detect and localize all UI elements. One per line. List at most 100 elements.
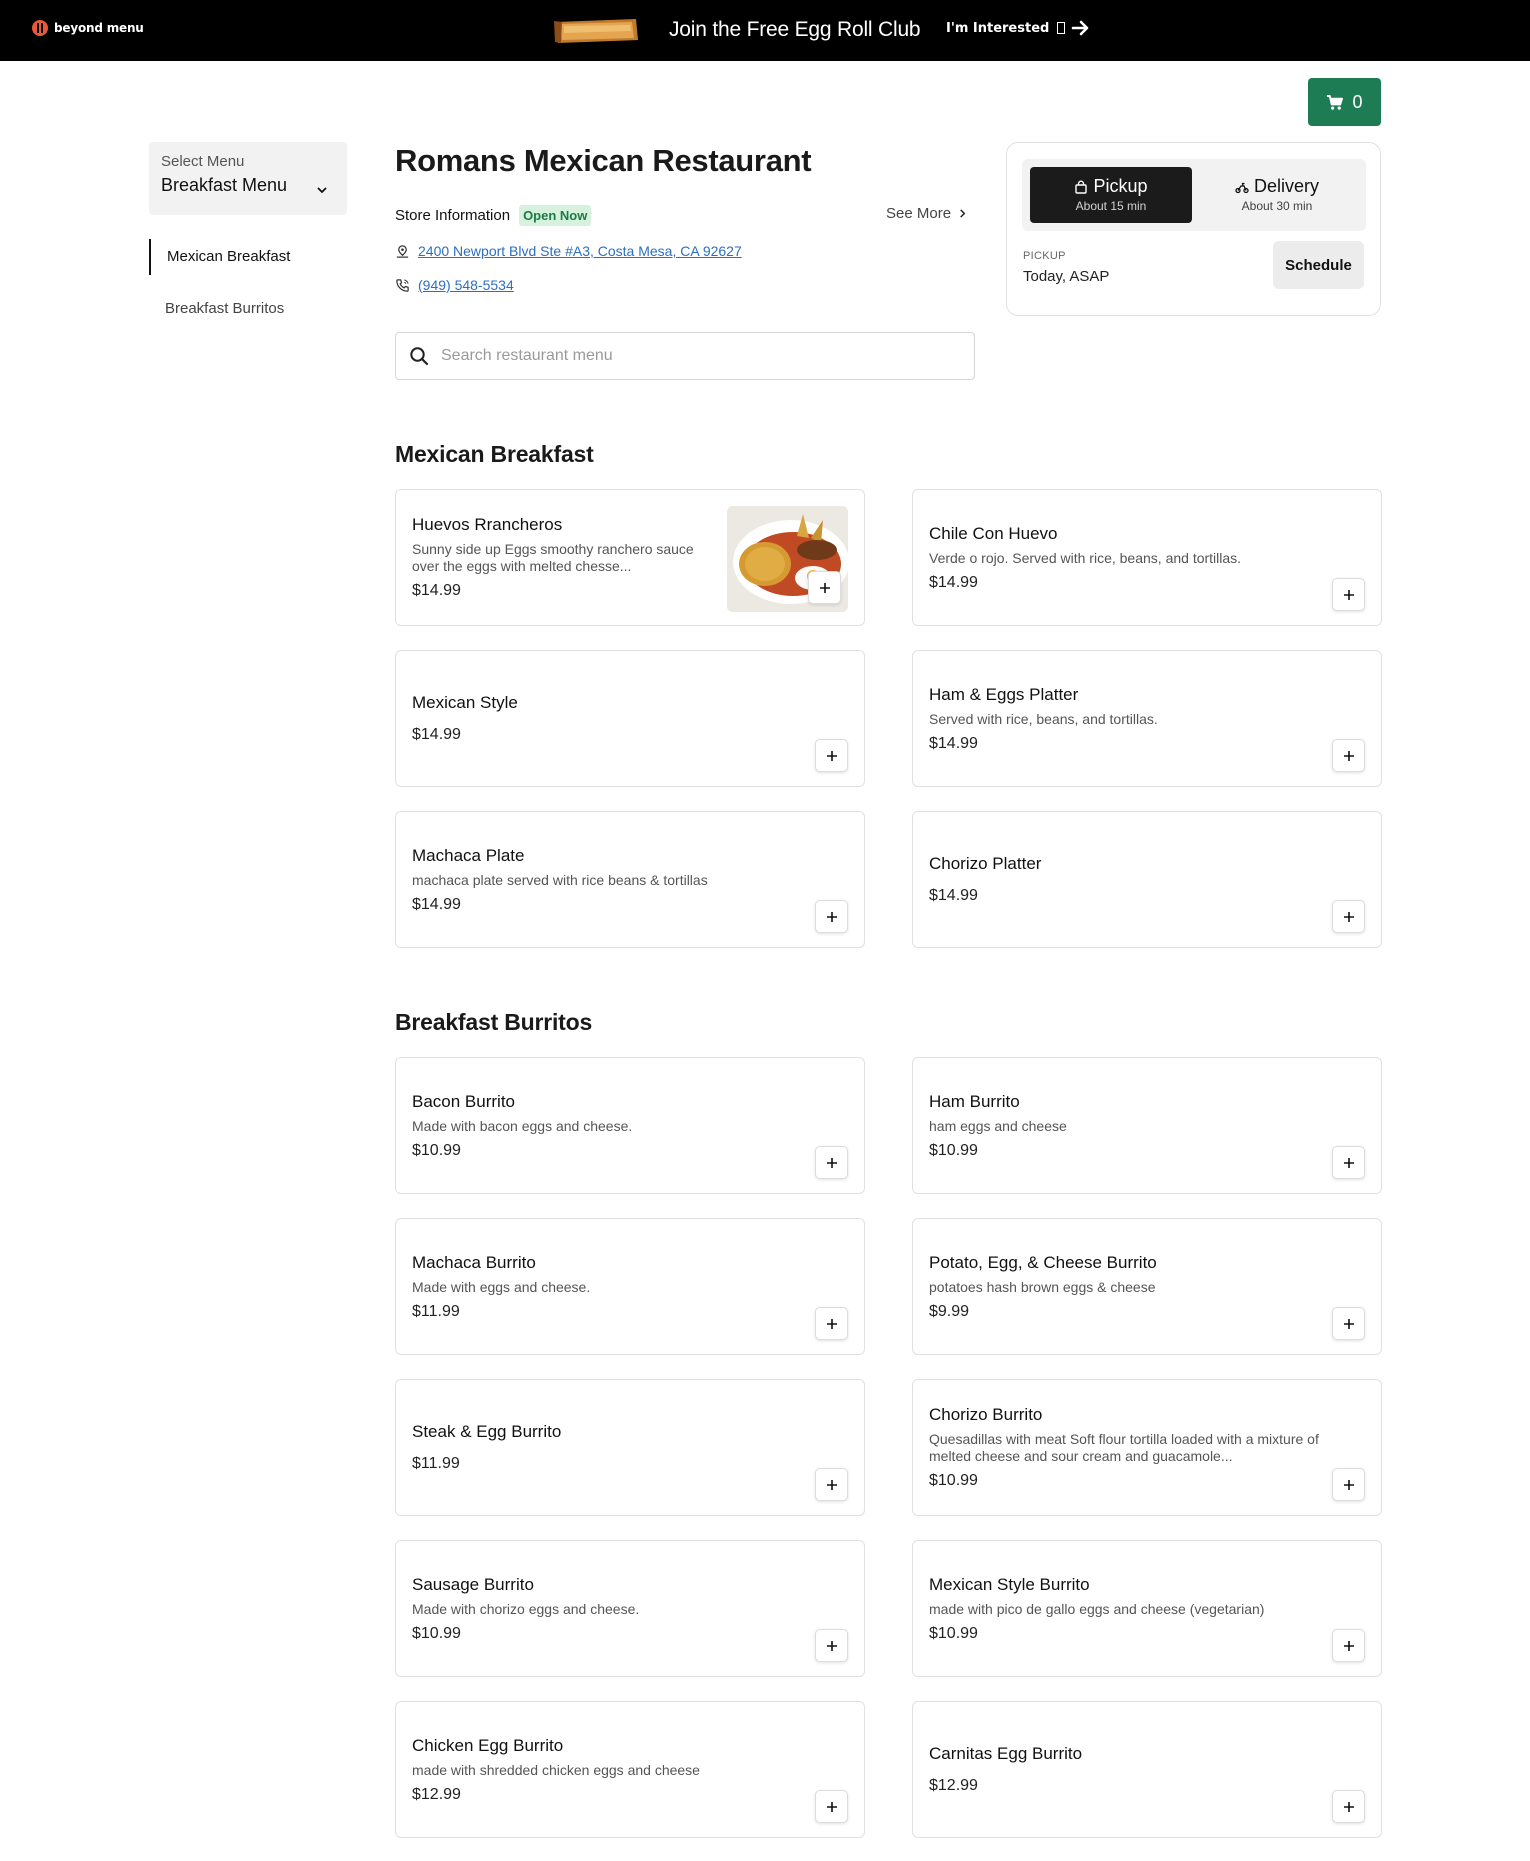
menu-item-card[interactable]: Ham Burrito ham eggs and cheese $10.99 <box>912 1057 1382 1194</box>
menu-item-card[interactable]: Mexican Style Burrito made with pico de … <box>912 1540 1382 1677</box>
add-item-button[interactable] <box>1332 1629 1365 1662</box>
item-name: Mexican Style Burrito <box>929 1574 1090 1594</box>
item-description: ham eggs and cheese <box>929 1117 1067 1134</box>
item-price: $12.99 <box>929 1777 978 1794</box>
see-more-link[interactable]: See More <box>886 205 967 222</box>
menu-select-dropdown[interactable]: Select Menu Breakfast Menu <box>149 142 347 215</box>
item-description: Quesadillas with meat Soft flour tortill… <box>929 1431 1319 1464</box>
item-name: Chicken Egg Burrito <box>412 1735 564 1755</box>
open-status-badge: Open Now <box>519 205 592 226</box>
item-price: $11.99 <box>412 1455 460 1472</box>
scooter-icon <box>1235 182 1249 193</box>
cart-icon <box>1327 94 1344 110</box>
fulfillment-toggle: Pickup About 15 min Delivery About 30 mi… <box>1022 159 1366 231</box>
menu-item-card[interactable]: Steak & Egg Burrito $11.99 <box>395 1379 865 1516</box>
order-panel: Pickup About 15 min Delivery About 30 mi… <box>1006 142 1381 316</box>
add-item-button[interactable] <box>1332 1790 1365 1823</box>
cart-button[interactable]: 0 <box>1308 78 1381 126</box>
logo-icon <box>32 20 48 36</box>
item-description: potatoes hash brown eggs & cheese <box>929 1278 1156 1295</box>
pickup-eta: About 15 min <box>1075 199 1147 213</box>
plus-icon <box>1343 1640 1354 1651</box>
menu-item-card[interactable]: Chorizo Burrito Quesadillas with meat So… <box>912 1379 1382 1516</box>
pickup-caption: PICKUP <box>1023 250 1066 262</box>
item-description: Sunny side up Eggs smoothy ranchero sauc… <box>412 541 694 574</box>
sidebar-item-mexican-breakfast[interactable]: Mexican Breakfast <box>149 239 347 275</box>
item-name: Machaca Burrito <box>412 1252 536 1272</box>
menu-item-card[interactable]: Ham & Eggs Platter Served with rice, bea… <box>912 650 1382 787</box>
category-nav: Mexican Breakfast Breakfast Burritos <box>149 239 347 343</box>
item-name: Bacon Burrito <box>412 1091 515 1111</box>
address-link[interactable]: 2400 Newport Blvd Ste #A3, Costa Mesa, C… <box>418 243 742 259</box>
add-item-button[interactable] <box>815 1146 848 1179</box>
menu-item-card[interactable]: Mexican Style $14.99 <box>395 650 865 787</box>
item-price: $14.99 <box>412 895 461 913</box>
menu-item-card[interactable]: Chorizo Platter $14.99 <box>912 811 1382 948</box>
menu-item-card[interactable]: Chile Con Huevo Verde o rojo. Served wit… <box>912 489 1382 626</box>
plus-icon <box>826 1479 837 1490</box>
shopping-bag-icon <box>1075 179 1088 194</box>
menu-item-card[interactable]: Carnitas Egg Burrito $12.99 <box>912 1701 1382 1838</box>
item-price: $10.99 <box>412 1141 461 1159</box>
item-price: $14.99 <box>929 573 978 591</box>
menu-item-card[interactable]: Machaca Burrito Made with eggs and chees… <box>395 1218 865 1355</box>
add-item-button[interactable] <box>1332 1307 1365 1340</box>
add-item-button[interactable] <box>815 1790 848 1823</box>
item-description: made with shredded chicken eggs and chee… <box>412 1761 700 1778</box>
menu-item-card[interactable]: Bacon Burrito Made with bacon eggs and c… <box>395 1057 865 1194</box>
add-item-button[interactable] <box>1332 578 1365 611</box>
item-name: Machaca Plate <box>412 845 525 865</box>
promo-headline: Join the Free Egg Roll Club <box>669 18 921 41</box>
menu-select-label: Select Menu <box>161 153 245 170</box>
menu-item-card[interactable]: Chicken Egg Burrito made with shredded c… <box>395 1701 865 1838</box>
im-interested-link[interactable]: I'm Interested <box>946 18 1091 38</box>
sidebar-item-breakfast-burritos[interactable]: Breakfast Burritos <box>149 291 347 327</box>
item-name: Sausage Burrito <box>412 1574 534 1594</box>
add-item-button[interactable] <box>1332 900 1365 933</box>
add-item-button[interactable] <box>1332 1146 1365 1179</box>
item-price: $10.99 <box>929 1624 978 1642</box>
phone-row: (949) 548-5534 <box>395 277 514 293</box>
logo-text: beyond menu <box>54 21 144 35</box>
item-name: Chorizo Platter <box>929 854 1042 873</box>
menu-item-card[interactable]: Machaca Plate machaca plate served with … <box>395 811 865 948</box>
item-price: $14.99 <box>929 734 978 752</box>
delivery-label: Delivery <box>1253 176 1319 196</box>
schedule-button[interactable]: Schedule <box>1273 241 1364 289</box>
menu-select-value: Breakfast Menu <box>161 175 288 195</box>
phone-link[interactable]: (949) 548-5534 <box>418 277 514 293</box>
item-price: $14.99 <box>412 726 461 743</box>
add-item-button[interactable] <box>815 739 848 772</box>
menu-search <box>395 332 975 380</box>
plus-icon <box>826 750 837 761</box>
menu-item-card[interactable]: Sausage Burrito Made with chorizo eggs a… <box>395 1540 865 1677</box>
see-more-label: See More <box>886 205 952 222</box>
beyond-menu-logo[interactable]: beyond menu <box>32 20 144 36</box>
delivery-option[interactable]: Delivery About 30 min <box>1196 167 1358 223</box>
address-row: 2400 Newport Blvd Ste #A3, Costa Mesa, C… <box>395 243 742 259</box>
add-item-button[interactable] <box>808 571 841 604</box>
item-name: Chorizo Burrito <box>929 1405 1043 1424</box>
menu-item-card[interactable]: Potato, Egg, & Cheese Burrito potatoes h… <box>912 1218 1382 1355</box>
plus-icon <box>1343 911 1354 922</box>
plus-icon <box>826 1801 837 1812</box>
add-item-button[interactable] <box>1332 1468 1365 1501</box>
item-price: $14.99 <box>929 887 978 904</box>
item-price: $14.99 <box>412 582 461 599</box>
add-item-button[interactable] <box>815 1468 848 1501</box>
menu-item-card[interactable]: Huevos Rrancheros Sunny side up Eggs smo… <box>395 489 865 626</box>
pickup-option[interactable]: Pickup About 15 min <box>1030 167 1192 223</box>
plus-icon <box>819 582 830 593</box>
phone-icon <box>396 278 409 292</box>
add-item-button[interactable] <box>815 1307 848 1340</box>
add-item-button[interactable] <box>1332 739 1365 772</box>
item-price: $10.99 <box>929 1472 978 1489</box>
egg-roll-image <box>554 19 638 43</box>
plus-icon <box>826 1318 837 1329</box>
item-name: Chile Con Huevo <box>929 523 1058 543</box>
add-item-button[interactable] <box>815 1629 848 1662</box>
section-title-mexican-breakfast: Mexican Breakfast <box>395 441 594 467</box>
item-description: Made with bacon eggs and cheese. <box>412 1117 633 1134</box>
add-item-button[interactable] <box>815 900 848 933</box>
search-input[interactable] <box>441 347 941 365</box>
